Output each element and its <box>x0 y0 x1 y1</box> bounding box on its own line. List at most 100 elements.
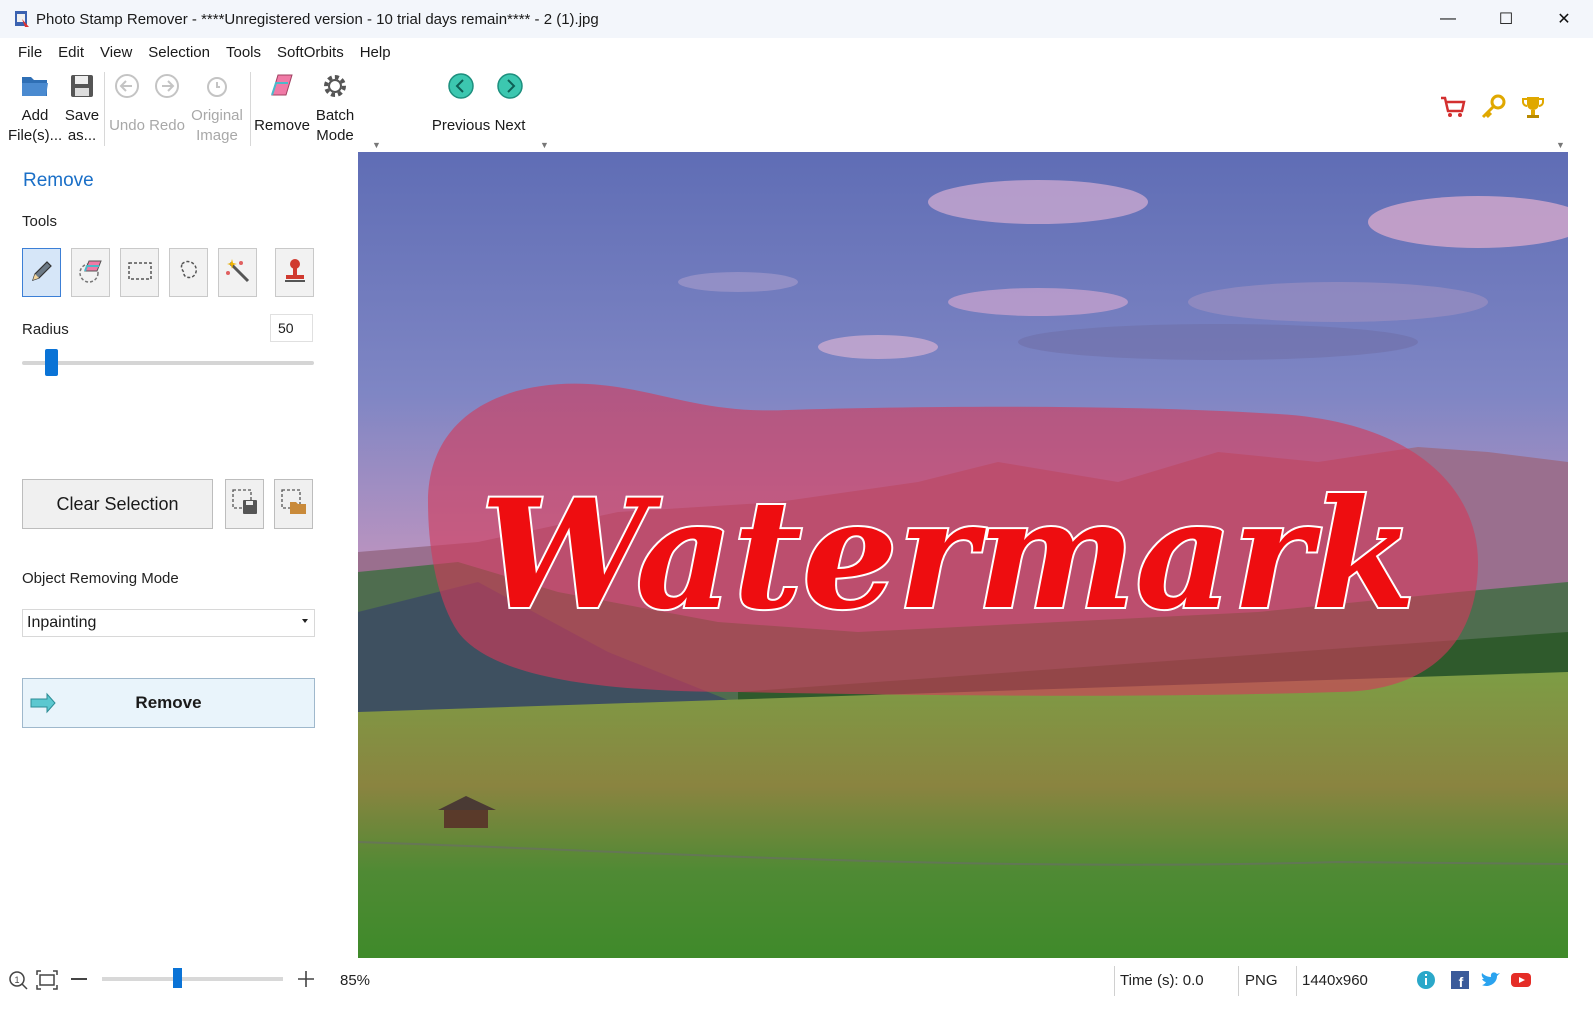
processing-time: Time (s): 0.0 <box>1120 972 1204 989</box>
tools-panel: Remove Tools Radius 50 Clear Selection O… <box>0 152 358 958</box>
next-button[interactable]: Next <box>490 70 530 136</box>
remove-button[interactable]: Remove <box>22 678 315 728</box>
fit-screen-icon[interactable] <box>36 970 58 994</box>
previous-button[interactable]: Previous <box>432 70 490 136</box>
redo-button[interactable]: Redo <box>148 70 186 136</box>
save-selection-button[interactable] <box>225 479 264 529</box>
app-icon <box>14 10 30 28</box>
svg-text:1: 1 <box>14 975 19 985</box>
redo-label: Redo <box>149 117 185 134</box>
rect-select-icon <box>127 260 153 286</box>
zoom-level: 85% <box>340 972 371 989</box>
zoom-in-icon[interactable] <box>297 970 315 992</box>
arrow-left-circle-icon <box>445 70 477 102</box>
zoom-actual-icon[interactable]: 1 <box>8 970 28 994</box>
remove-toolbar-button[interactable]: Remove <box>254 70 310 136</box>
undo-label: Undo <box>109 117 145 134</box>
save-as-button[interactable]: Save as... <box>62 70 102 146</box>
toolbar-overflow-icon[interactable]: ▼ <box>372 140 381 150</box>
undo-icon <box>111 70 143 102</box>
vertical-scrollbar[interactable] <box>1568 152 1593 958</box>
save-selection-icon <box>231 488 259 520</box>
lasso-icon <box>176 258 202 288</box>
pencil-icon <box>29 258 55 288</box>
menu-bar: File Edit View Selection Tools SoftOrbit… <box>0 38 1593 66</box>
batch-mode-label: Batch Mode <box>315 107 355 144</box>
zoom-slider-thumb[interactable] <box>173 968 182 988</box>
status-bar: 1 85% Time (s): 0.0 PNG 1440x960 f <box>0 958 1593 1011</box>
menu-help[interactable]: Help <box>352 44 399 61</box>
toolbar-overflow-icon-2[interactable]: ▼ <box>540 140 549 150</box>
clear-selection-label: Clear Selection <box>56 493 179 514</box>
window-title: Photo Stamp Remover - ****Unregistered v… <box>36 10 599 28</box>
arrow-right-circle-icon <box>494 70 526 102</box>
original-image-label: Original Image <box>191 107 243 144</box>
floppy-disk-icon <box>66 70 98 102</box>
eraser-tool-button[interactable] <box>71 248 110 297</box>
menu-edit[interactable]: Edit <box>50 44 92 61</box>
batch-mode-button[interactable]: Batch Mode <box>312 70 358 146</box>
menu-view[interactable]: View <box>92 44 140 61</box>
zoom-out-icon[interactable] <box>71 978 87 980</box>
key-icon[interactable] <box>1480 94 1506 120</box>
eraser-icon <box>266 70 298 102</box>
eraser-icon <box>77 257 105 289</box>
clear-selection-button[interactable]: Clear Selection <box>22 479 213 529</box>
minimize-button[interactable]: — <box>1419 0 1477 38</box>
remove-button-label: Remove <box>135 693 202 712</box>
mode-dropdown-value: Inpainting <box>27 614 97 631</box>
image-format: PNG <box>1245 972 1278 989</box>
youtube-icon[interactable] <box>1510 970 1532 994</box>
trophy-icon[interactable] <box>1520 94 1546 120</box>
menu-file[interactable]: File <box>10 44 50 61</box>
maximize-button[interactable]: ☐ <box>1477 0 1535 38</box>
image-canvas[interactable]: Watermark <box>358 152 1568 958</box>
mode-dropdown[interactable]: Inpainting <box>22 609 315 637</box>
folder-open-icon <box>19 70 51 102</box>
radius-value-field[interactable]: 50 <box>270 314 313 342</box>
radius-slider-thumb[interactable] <box>44 349 58 376</box>
add-files-label: Add File(s)... <box>8 107 63 144</box>
add-files-button[interactable]: Add File(s)... <box>8 70 62 146</box>
radius-slider-track[interactable] <box>22 361 314 365</box>
zoom-slider-track[interactable] <box>102 977 283 981</box>
stamp-tool-button[interactable] <box>275 248 314 297</box>
pencil-tool-button[interactable] <box>22 248 61 297</box>
menu-tools[interactable]: Tools <box>218 44 269 61</box>
load-selection-button[interactable] <box>274 479 313 529</box>
previous-label: Previous <box>431 117 491 134</box>
stamp-icon <box>282 257 308 289</box>
load-selection-icon <box>280 488 308 520</box>
menu-softorbits[interactable]: SoftOrbits <box>269 44 352 61</box>
close-button[interactable]: ✕ <box>1535 0 1593 38</box>
twitter-icon[interactable] <box>1480 970 1502 994</box>
image-dimensions: 1440x960 <box>1302 972 1368 989</box>
tools-label: Tools <box>22 213 58 230</box>
remove-toolbar-label: Remove <box>254 117 310 134</box>
magic-wand-icon <box>224 257 252 289</box>
title-bar: Photo Stamp Remover - ****Unregistered v… <box>0 0 1593 38</box>
redo-icon <box>151 70 183 102</box>
toolbar-overflow-icon-3[interactable]: ▼ <box>1556 140 1565 150</box>
chevron-down-icon <box>302 619 308 623</box>
mode-label: Object Removing Mode <box>22 570 179 587</box>
clock-icon <box>201 70 233 102</box>
next-label: Next <box>494 117 526 134</box>
watermark-text: Watermark <box>480 467 1415 643</box>
gear-icon <box>319 70 351 102</box>
info-icon[interactable] <box>1416 970 1436 994</box>
panel-title: Remove <box>23 170 94 191</box>
magic-wand-tool-button[interactable] <box>218 248 257 297</box>
cart-icon[interactable] <box>1440 94 1466 120</box>
menu-selection[interactable]: Selection <box>140 44 218 61</box>
arrow-right-icon <box>29 691 57 720</box>
facebook-icon[interactable]: f <box>1450 970 1470 994</box>
original-image-button[interactable]: Original Image <box>188 70 246 146</box>
save-as-label: Save as... <box>64 107 100 144</box>
radius-label: Radius <box>22 321 69 338</box>
svg-text:f: f <box>1459 974 1464 990</box>
landscape-image: Watermark <box>358 152 1568 958</box>
undo-button[interactable]: Undo <box>108 70 146 136</box>
rect-select-tool-button[interactable] <box>120 248 159 297</box>
lasso-tool-button[interactable] <box>169 248 208 297</box>
